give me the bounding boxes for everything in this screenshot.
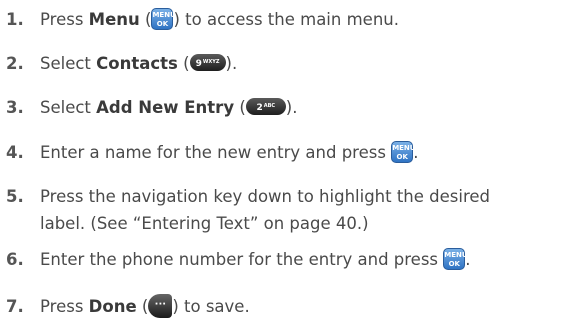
- step-text: Select Add New Entry (2ABC).: [40, 94, 297, 121]
- key-letters: WXYZ: [202, 59, 220, 65]
- step-text-mid: (: [234, 98, 246, 117]
- step-keyword: Menu: [88, 10, 140, 29]
- step-text-body: Enter the phone number for the entry and…: [40, 250, 444, 269]
- step-text-post: ) to access the main menu.: [173, 10, 399, 29]
- menu-ok-key-icon: MENU OK: [151, 7, 176, 30]
- softkey-icon: ···: [148, 293, 173, 318]
- step-keyword: Done: [88, 297, 137, 316]
- key-9-icon: 9WXYZ: [189, 54, 226, 71]
- step-keyword: Contacts: [96, 54, 178, 73]
- step-text-pre: Press: [40, 297, 89, 316]
- step-number: 5.: [6, 187, 24, 206]
- step-text-post: ).: [285, 98, 298, 117]
- menu-ok-key-icon: MENU OK: [391, 140, 416, 163]
- step-text-post: ) to save.: [172, 297, 250, 316]
- step-text: Enter a name for the new entry and press…: [40, 139, 418, 166]
- step-text-mid: (: [139, 10, 152, 29]
- key-label-top: MENU: [392, 143, 416, 152]
- step-text-pre: Press: [40, 10, 89, 29]
- key-letters: ABC: [263, 103, 276, 109]
- step-text: Select Contacts (9WXYZ).: [40, 50, 237, 77]
- key-label-bottom: OK: [448, 259, 460, 268]
- step-text: Press Done (···) to save.: [40, 293, 250, 320]
- step-text-mid: (: [177, 54, 190, 73]
- step-text-post: ).: [225, 54, 238, 73]
- key-label-top: MENU: [444, 250, 468, 259]
- step-number: 7.: [6, 297, 24, 316]
- key-label-bottom: OK: [396, 152, 408, 161]
- key-label-bottom: OK: [156, 19, 169, 28]
- step-number: 4.: [6, 143, 24, 162]
- menu-ok-key-icon: MENU OK: [443, 247, 468, 270]
- step-text: Press Menu (MENU OK) to access the main m…: [40, 6, 399, 33]
- step-text-line-2: label. (See “Entering Text” on page 40.): [40, 214, 369, 233]
- step-text-pre: Select: [40, 98, 97, 117]
- key-digit: 9: [195, 59, 202, 69]
- key-digit: 2: [256, 103, 263, 113]
- step-number: 6.: [6, 250, 24, 269]
- step-text-line-1: Press the navigation key down to highlig…: [40, 187, 491, 206]
- step-keyword: Add New Entry: [96, 98, 235, 117]
- step-number: 1.: [6, 10, 24, 29]
- step-5: 5. Press the navigation key down to high…: [0, 183, 575, 237]
- key-label-top: MENU: [152, 10, 176, 19]
- step-text-pre: Select: [40, 54, 97, 73]
- step-text-mid: (: [136, 297, 149, 316]
- step-text-body: Enter a name for the new entry and press: [40, 143, 392, 162]
- key-2-icon: 2ABC: [245, 98, 286, 115]
- step-number: 3.: [6, 98, 24, 117]
- instruction-steps: 1. Press Menu (MENU OK) to access the mai…: [0, 0, 575, 329]
- step-number: 2.: [6, 54, 24, 73]
- step-text: Enter the phone number for the entry and…: [40, 246, 471, 273]
